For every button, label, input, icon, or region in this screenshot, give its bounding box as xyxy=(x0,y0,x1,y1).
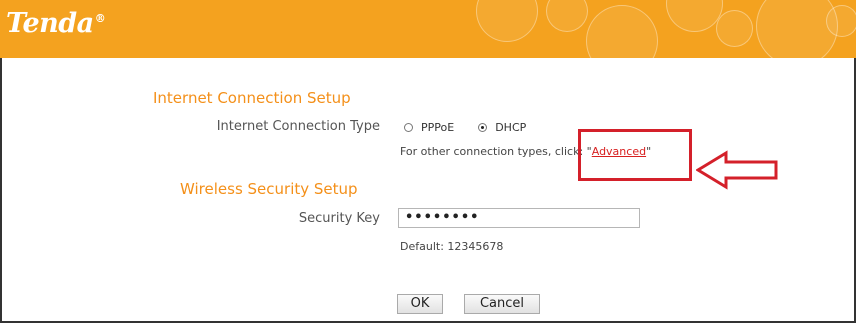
connection-type-label: Internet Connection Type xyxy=(216,119,380,134)
header-bubbles-decoration xyxy=(436,0,856,58)
tenda-logo: Tenda® xyxy=(6,8,106,39)
dhcp-radio-label[interactable]: DHCP xyxy=(495,121,526,134)
dhcp-radio[interactable] xyxy=(478,123,488,132)
ok-button[interactable]: OK xyxy=(397,294,443,314)
wireless-setup-title: Wireless Security Setup xyxy=(180,180,358,198)
header-banner: Tenda® xyxy=(0,0,856,58)
pppoe-radio-label[interactable]: PPPoE xyxy=(421,121,454,134)
pppoe-radio[interactable] xyxy=(404,123,413,132)
security-key-input[interactable]: •••••••• xyxy=(398,208,640,228)
highlight-box-annotation xyxy=(578,129,692,181)
internet-setup-title: Internet Connection Setup xyxy=(153,89,351,107)
cancel-button[interactable]: Cancel xyxy=(464,294,540,314)
red-arrow-annotation xyxy=(696,150,778,190)
connection-type-radio-group: PPPoE DHCP xyxy=(404,121,550,134)
default-key-text: Default: 12345678 xyxy=(400,240,504,253)
security-key-label: Security Key xyxy=(298,211,380,226)
